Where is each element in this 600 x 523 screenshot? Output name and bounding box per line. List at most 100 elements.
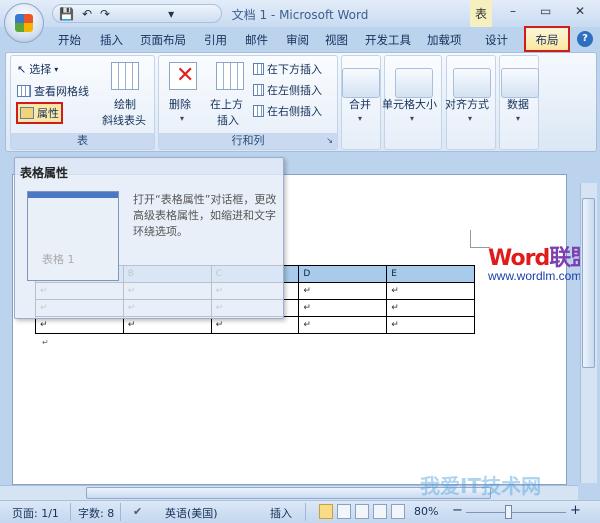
ribbon-tabs: 开始 插入 页面布局 引用 邮件 审阅 视图 开发工具 加载项 设计: [0, 27, 600, 53]
wordlm-watermark: Word联盟 www.wordlm.com: [488, 240, 592, 283]
table-properties-icon: [20, 107, 34, 119]
table-cell[interactable]: ↵: [298, 316, 388, 334]
cell-size-label: 单元格大小: [382, 98, 437, 111]
print-layout-view-icon[interactable]: [319, 504, 333, 519]
table-properties-tooltip: 表格属性 打开“表格属性”对话框，更改高级表格属性，如缩进和文字环绕选项。 表格…: [14, 157, 284, 319]
properties-button[interactable]: 属性: [16, 102, 63, 124]
vertical-scroll-thumb[interactable]: [582, 198, 595, 368]
alignment-dropdown-icon: ▾: [468, 114, 473, 123]
data-label: 数据: [507, 98, 529, 111]
table-group-label: 表: [11, 133, 154, 149]
tab-design[interactable]: 设计: [485, 32, 508, 48]
word-count[interactable]: 字数: 8: [78, 505, 114, 521]
cell-size-group[interactable]: 单元格大小 ▾: [382, 55, 442, 150]
status-bar: 页面: 1/1 字数: 8 ✔ 英语(美国) 插入 80% − +: [0, 500, 600, 523]
watermark-brand: Word联盟: [488, 246, 592, 271]
zoom-slider-track[interactable]: [466, 512, 566, 513]
insert-above-icon: [216, 62, 244, 90]
close-button[interactable]: ✕: [575, 4, 585, 18]
table-cell[interactable]: ↵: [298, 299, 388, 317]
tab-insert[interactable]: 插入: [100, 32, 123, 48]
watermark-url: www.wordlm.com: [488, 269, 582, 283]
insert-below-icon: [253, 63, 264, 75]
tab-view[interactable]: 视图: [325, 32, 348, 48]
draft-view-icon[interactable]: [391, 504, 405, 519]
delete-button[interactable]: 删除: [169, 96, 191, 112]
merge-label: 合并: [349, 98, 371, 111]
table-cell[interactable]: ↵: [386, 316, 475, 334]
cell-size-dropdown-icon: ▾: [410, 114, 415, 123]
insert-mode[interactable]: 插入: [270, 505, 292, 521]
table-cell[interactable]: ↵: [386, 299, 475, 317]
rows-columns-group-label: 行和列 ↘: [159, 133, 337, 149]
table-cell[interactable]: ↵: [210, 316, 300, 334]
table-cell[interactable]: ↵: [35, 316, 124, 334]
table-tools-context-label: 表: [470, 0, 492, 27]
data-icon: [501, 68, 539, 98]
delete-table-icon: ✕: [169, 62, 197, 90]
tab-addins[interactable]: 加载项: [427, 32, 462, 48]
insert-left-icon: [253, 84, 264, 96]
office-button[interactable]: [4, 3, 44, 43]
table-group: ↖ 选择 ▾ 查看网格线 属性 绘制 斜线表头 表: [10, 55, 155, 150]
table-header-cell[interactable]: E: [386, 265, 475, 283]
insert-above-label-1[interactable]: 在上方: [210, 96, 243, 112]
proofing-icon[interactable]: ✔: [133, 505, 142, 518]
help-icon[interactable]: ?: [577, 31, 593, 47]
table-cell[interactable]: ↵: [122, 316, 212, 334]
insert-right-icon: [253, 105, 264, 117]
select-button[interactable]: ↖ 选择 ▾: [17, 61, 58, 77]
alignment-label: 对齐方式: [445, 98, 489, 111]
insert-right-button[interactable]: 在右侧插入: [253, 103, 322, 119]
merge-group[interactable]: 合并 ▾: [341, 55, 381, 150]
view-gridlines-button[interactable]: 查看网格线: [17, 83, 89, 99]
draw-diagonal-label-1[interactable]: 绘制: [114, 96, 136, 112]
maximize-button[interactable]: ▭: [540, 4, 551, 18]
zoom-out-button[interactable]: −: [452, 503, 463, 518]
page-count[interactable]: 页面: 1/1: [12, 505, 59, 521]
web-layout-icon[interactable]: [355, 504, 369, 519]
tab-home[interactable]: 开始: [58, 32, 81, 48]
tab-developer[interactable]: 开发工具: [365, 32, 411, 48]
tab-layout[interactable]: 布局: [524, 26, 570, 52]
delete-dropdown-icon[interactable]: ▾: [180, 114, 184, 123]
outline-view-icon[interactable]: [373, 504, 387, 519]
tab-page-layout[interactable]: 页面布局: [140, 32, 186, 48]
ribbon: ↖ 选择 ▾ 查看网格线 属性 绘制 斜线表头 表 ✕ 删除 ▾ 在上方 插入 在下…: [5, 52, 597, 152]
full-screen-reading-icon[interactable]: [337, 504, 351, 519]
data-dropdown-icon: ▾: [516, 114, 521, 123]
table-caption: 表格 1: [42, 253, 75, 266]
tooltip-title: 表格属性: [20, 166, 69, 180]
table-header-cell[interactable]: D: [298, 265, 388, 283]
table-cell[interactable]: ↵: [298, 282, 388, 300]
data-group[interactable]: 数据 ▾: [499, 55, 539, 150]
table-cell[interactable]: ↵: [386, 282, 475, 300]
merge-icon: [342, 68, 380, 98]
paragraph-mark: ↵: [42, 338, 49, 347]
site-watermark: 我爱IT技术网: [420, 474, 542, 498]
tooltip-description: 打开“表格属性”对话框，更改高级表格属性，如缩进和文字环绕选项。: [133, 193, 277, 238]
insert-above-label-2[interactable]: 插入: [217, 112, 239, 128]
rows-columns-group: ✕ 删除 ▾ 在上方 插入 在下方插入 在左侧插入 在右侧插入 行和列 ↘: [158, 55, 338, 150]
minimize-button[interactable]: –: [510, 4, 516, 18]
tab-mailings[interactable]: 邮件: [245, 32, 268, 48]
zoom-in-button[interactable]: +: [570, 503, 581, 518]
tab-references[interactable]: 引用: [204, 32, 227, 48]
zoom-slider-thumb[interactable]: [505, 505, 512, 519]
insert-left-button[interactable]: 在左侧插入: [253, 82, 322, 98]
dialog-launcher-icon[interactable]: ↘: [326, 133, 333, 149]
cursor-icon: ↖: [17, 62, 27, 76]
insert-below-button[interactable]: 在下方插入: [253, 61, 322, 77]
draw-diagonal-label-2[interactable]: 斜线表头: [102, 112, 146, 128]
gridlines-icon: [17, 85, 31, 97]
table-row: ↵↵↵↵↵: [35, 316, 475, 334]
margin-corner-mark: [470, 230, 490, 248]
office-logo-icon: [15, 14, 33, 32]
draw-diagonal-icon: [111, 62, 139, 90]
cell-size-icon: [395, 68, 433, 98]
dialog-preview-image: [27, 191, 119, 281]
alignment-group[interactable]: 对齐方式 ▾: [445, 55, 496, 150]
tab-review[interactable]: 审阅: [286, 32, 309, 48]
language[interactable]: 英语(美国): [165, 505, 218, 521]
zoom-level[interactable]: 80%: [414, 505, 438, 518]
